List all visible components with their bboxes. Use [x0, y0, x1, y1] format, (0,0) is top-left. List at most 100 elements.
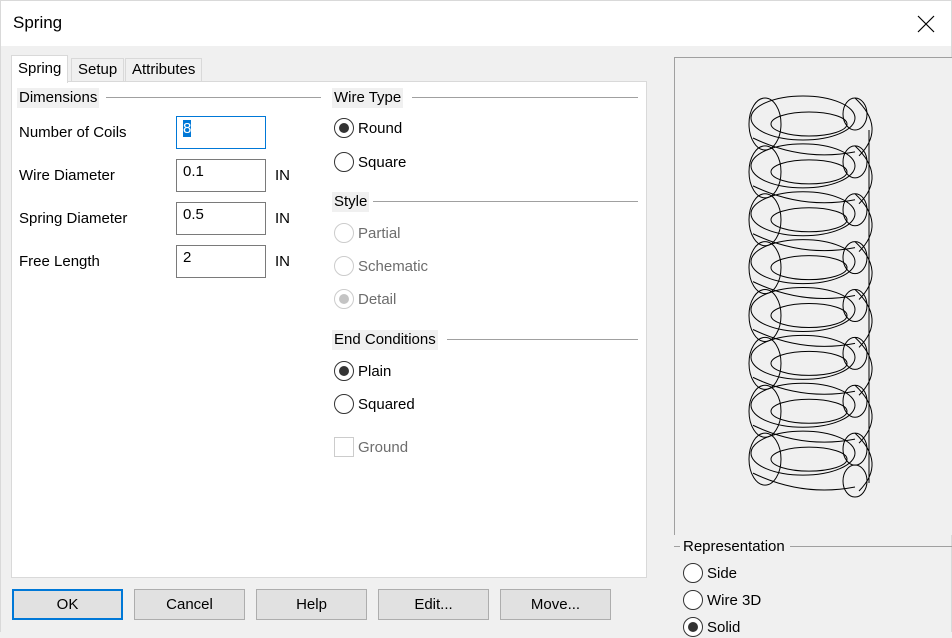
coil-section-left	[749, 146, 781, 198]
coil-section-left	[749, 242, 781, 294]
free-length-label: Free Length	[19, 252, 100, 272]
coil-back	[855, 433, 872, 491]
coil-outer	[751, 335, 855, 379]
coil-outer	[751, 383, 855, 427]
coil-section-left	[749, 337, 781, 389]
coil-outer	[751, 96, 855, 140]
coil-outer	[751, 144, 855, 188]
coil-inner	[771, 447, 847, 471]
coil-outer	[751, 288, 855, 332]
coil-section-right	[843, 385, 867, 417]
title-bar: Spring	[0, 0, 952, 46]
style-detail-radio: Detail	[334, 288, 396, 310]
tab-spring[interactable]: Spring	[11, 55, 68, 83]
style-partial-radio: Partial	[334, 222, 401, 244]
radio-icon	[334, 361, 354, 381]
coil-back	[855, 98, 872, 156]
spring-diameter-unit: IN	[275, 210, 290, 227]
tab-setup[interactable]: Setup	[71, 58, 124, 82]
number-of-coils-label: Number of Coils	[19, 123, 127, 143]
coil-section-right	[843, 290, 867, 322]
coil-back	[855, 146, 872, 204]
radio-icon	[683, 617, 703, 637]
representation-divider	[790, 546, 952, 547]
coil-outer	[751, 192, 855, 236]
coil-back	[855, 290, 872, 348]
style-divider	[373, 201, 638, 202]
coil-link	[753, 473, 855, 490]
wire-type-group-label: Wire Type	[332, 88, 403, 108]
coil-section-left	[749, 98, 781, 150]
number-of-coils-input[interactable]: 8	[176, 116, 266, 149]
coil-inner	[771, 304, 847, 328]
representation-divider-left	[674, 546, 680, 547]
window-title: Spring	[13, 13, 62, 33]
style-group-label: Style	[332, 192, 369, 212]
radio-icon	[334, 289, 354, 309]
move-button[interactable]: Move...	[500, 589, 611, 620]
coil-inner	[771, 160, 847, 184]
wire-type-square-radio[interactable]: Square	[334, 151, 406, 173]
representation-side-radio[interactable]: Side	[683, 562, 737, 584]
coil-back	[855, 194, 872, 252]
coil-outer	[751, 240, 855, 284]
coil-section-right	[843, 242, 867, 274]
checkbox-icon	[334, 437, 354, 457]
coil-inner	[771, 256, 847, 280]
coil-back	[855, 242, 872, 300]
spring-diameter-input[interactable]: 0.5	[176, 202, 266, 235]
wire-diameter-input[interactable]: 0.1	[176, 159, 266, 192]
ok-button[interactable]: OK	[12, 589, 123, 620]
radio-icon	[334, 223, 354, 243]
spring-drawing	[675, 58, 952, 536]
ground-checkbox: Ground	[334, 436, 408, 458]
representation-solid-radio[interactable]: Solid	[683, 616, 740, 638]
dimensions-divider	[106, 97, 321, 98]
representation-group-label: Representation	[681, 537, 787, 557]
coil-section-right	[843, 433, 867, 465]
free-length-unit: IN	[275, 253, 290, 270]
edit-button[interactable]: Edit...	[378, 589, 489, 620]
end-plain-radio[interactable]: Plain	[334, 360, 391, 382]
coil-section-right	[843, 146, 867, 178]
coil-section-right	[843, 98, 867, 130]
wire-diameter-unit: IN	[275, 167, 290, 184]
coil-outer	[751, 431, 855, 475]
coil-back	[855, 337, 872, 395]
coil-section-left	[749, 194, 781, 246]
coil-section-right	[843, 337, 867, 369]
representation-wire3d-radio[interactable]: Wire 3D	[683, 589, 761, 611]
coil-inner	[771, 351, 847, 375]
radio-icon	[683, 563, 703, 583]
end-conditions-divider	[447, 339, 638, 340]
close-button[interactable]	[911, 10, 941, 38]
wire-type-divider	[412, 97, 638, 98]
radio-icon	[334, 152, 354, 172]
cancel-button[interactable]: Cancel	[134, 589, 245, 620]
end-squared-radio[interactable]: Squared	[334, 393, 415, 415]
spring-end	[843, 465, 867, 497]
coil-section-left	[749, 385, 781, 437]
spring-diameter-label: Spring Diameter	[19, 209, 127, 229]
coil-inner	[771, 112, 847, 136]
end-conditions-group-label: End Conditions	[332, 330, 438, 350]
radio-icon	[683, 590, 703, 610]
coil-section-left	[749, 433, 781, 485]
spring-preview	[674, 57, 952, 535]
wire-diameter-label: Wire Diameter	[19, 166, 115, 186]
radio-icon	[334, 118, 354, 138]
close-icon	[917, 15, 935, 33]
free-length-input[interactable]: 2	[176, 245, 266, 278]
coil-section-right	[843, 194, 867, 226]
wire-type-round-radio[interactable]: Round	[334, 117, 402, 139]
coil-section-left	[749, 290, 781, 342]
coil-inner	[771, 208, 847, 232]
dimensions-group-label: Dimensions	[17, 88, 99, 108]
style-schematic-radio: Schematic	[334, 255, 428, 277]
radio-icon	[334, 394, 354, 414]
coil-back	[855, 385, 872, 443]
coil-inner	[771, 399, 847, 423]
tab-attributes[interactable]: Attributes	[125, 58, 202, 82]
spring-tab-panel	[11, 81, 647, 578]
help-button[interactable]: Help	[256, 589, 367, 620]
